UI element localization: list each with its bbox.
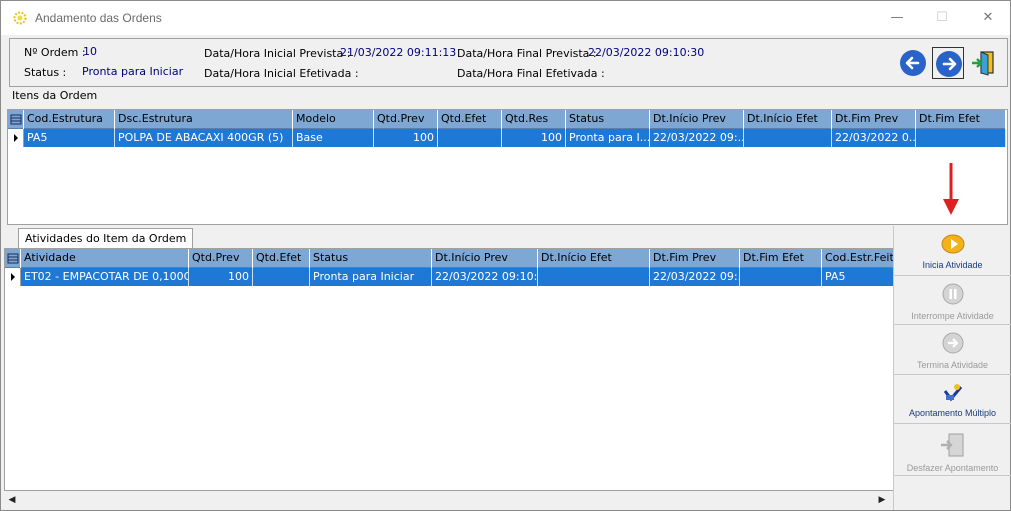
- desfazer-apontamento-label: Desfazer Apontamento: [906, 463, 999, 473]
- itens-grid-header: Cod.Estrutura Dsc.Estrutura Modelo Qtd.Prev…: [8, 110, 1006, 129]
- itens-section-label: Itens da Ordem: [11, 89, 99, 102]
- column-header[interactable]: Modelo: [293, 110, 374, 129]
- itens-grid[interactable]: Cod.Estrutura Dsc.Estrutura Modelo Qtd.Prev…: [7, 109, 1008, 225]
- table-cell: Base: [293, 129, 374, 147]
- pause-icon: [942, 283, 964, 305]
- apontamento-multiplo-button[interactable]: Apontamento Múltiplo: [894, 375, 1011, 424]
- tab-atividades[interactable]: Atividades do Item da Ordem: [18, 228, 194, 248]
- column-header[interactable]: Status: [566, 110, 650, 129]
- ordem-value: 10: [83, 45, 97, 58]
- window-title: Andamento das Ordens: [35, 11, 162, 25]
- column-header[interactable]: Dt.Início Prev: [650, 110, 744, 129]
- horizontal-scrollbar[interactable]: ◀ ▶: [4, 491, 890, 509]
- column-header[interactable]: Atividade: [21, 249, 189, 268]
- final-prevista-value: 22/03/2022 09:10:30: [588, 46, 705, 59]
- close-button[interactable]: ✕: [973, 7, 1003, 29]
- table-cell: 22/03/2022 09:...: [650, 129, 744, 147]
- annotation-arrow-icon: [943, 163, 959, 215]
- table-cell: 100: [374, 129, 438, 147]
- ordem-label: Nº Ordem :: [24, 46, 86, 59]
- maximize-button[interactable]: ☐: [927, 7, 957, 29]
- table-cell: ET02 - EMPACOTAR DE 0,100G...: [21, 268, 189, 286]
- termina-atividade-label: Termina Atividade: [916, 360, 989, 370]
- table-cell: 22/03/2022 09:10:30: [432, 268, 538, 286]
- table-cell: Pronta para Iniciar: [310, 268, 432, 286]
- row-pointer-icon: [5, 268, 21, 286]
- action-panel: Inicia Atividade Interrompe Atividade Te…: [893, 226, 1011, 510]
- column-header[interactable]: Status: [310, 249, 432, 268]
- grid-menu-icon[interactable]: [8, 110, 24, 129]
- tab-atividades-label: Atividades do Item da Ordem: [25, 232, 187, 245]
- status-value: Pronta para Iniciar: [82, 65, 184, 78]
- multi-pointing-icon: [943, 384, 963, 402]
- column-header[interactable]: Dt.Início Efet: [538, 249, 650, 268]
- gear-icon: [13, 11, 27, 25]
- column-header[interactable]: Cod.Estr.Feita: [822, 249, 893, 268]
- column-header[interactable]: Dt.Fim Efet: [740, 249, 822, 268]
- arrow-right-icon: [936, 51, 962, 77]
- table-cell: [438, 129, 502, 147]
- table-row[interactable]: ET02 - EMPACOTAR DE 0,100G... 100 Pronta p…: [5, 268, 893, 286]
- column-header[interactable]: Dt.Fim Prev: [650, 249, 740, 268]
- table-cell: [916, 129, 1006, 147]
- arrow-left-icon: [900, 50, 926, 76]
- table-cell: POLPA DE ABACAXI 400GR (5): [115, 129, 293, 147]
- andamento-window: Andamento das Ordens — ☐ ✕ Nº Ordem : 10…: [0, 0, 1011, 511]
- inicial-prevista-value: 21/03/2022 09:11:13: [340, 46, 457, 59]
- scroll-right-icon[interactable]: ▶: [874, 491, 890, 509]
- minimize-button[interactable]: —: [882, 7, 912, 29]
- table-cell: [538, 268, 650, 286]
- stop-icon: [942, 332, 964, 354]
- table-cell: 22/03/2022 09:...: [650, 268, 740, 286]
- table-cell: [744, 129, 832, 147]
- apontamento-multiplo-label: Apontamento Múltiplo: [908, 408, 997, 418]
- exit-button[interactable]: [968, 47, 1000, 79]
- column-header[interactable]: Dt.Fim Prev: [832, 110, 916, 129]
- table-cell: 22/03/2022 0...: [832, 129, 916, 147]
- column-header[interactable]: Dt.Início Efet: [744, 110, 832, 129]
- table-cell: PA5: [822, 268, 893, 286]
- title-bar: Andamento das Ordens — ☐ ✕: [1, 1, 1010, 35]
- table-cell: [740, 268, 822, 286]
- grid-menu-icon[interactable]: [5, 249, 21, 268]
- desfazer-apontamento-button[interactable]: Desfazer Apontamento: [894, 424, 1011, 476]
- termina-atividade-button[interactable]: Termina Atividade: [894, 325, 1011, 375]
- interrompe-atividade-label: Interrompe Atividade: [911, 311, 994, 321]
- table-cell: Pronta para I...: [566, 129, 650, 147]
- column-header[interactable]: Dt.Fim Efet: [916, 110, 1006, 129]
- atividades-grid-header: Atividade Qtd.Prev Qtd.Efet Status Dt.Início…: [5, 249, 893, 268]
- exit-door-icon: [972, 51, 994, 76]
- next-button[interactable]: [932, 47, 964, 79]
- undo-door-icon: [941, 433, 964, 457]
- inicial-prevista-label: Data/Hora Inicial Prevista :: [204, 47, 351, 60]
- table-cell: [253, 268, 310, 286]
- status-label: Status :: [24, 66, 67, 79]
- order-header: Nº Ordem : 10 Status : Pronta para Inici…: [9, 38, 1008, 87]
- row-pointer-icon: [8, 129, 24, 147]
- final-efetivada-label: Data/Hora Final Efetivada :: [457, 67, 605, 80]
- inicia-atividade-button[interactable]: Inicia Atividade: [894, 226, 1011, 276]
- column-header[interactable]: Qtd.Prev: [189, 249, 253, 268]
- interrompe-atividade-button[interactable]: Interrompe Atividade: [894, 276, 1011, 325]
- column-header[interactable]: Qtd.Res: [502, 110, 566, 129]
- previous-button[interactable]: [897, 47, 929, 79]
- inicia-atividade-label: Inicia Atividade: [922, 260, 983, 270]
- column-header[interactable]: Qtd.Efet: [438, 110, 502, 129]
- column-header[interactable]: Dsc.Estrutura: [115, 110, 293, 129]
- inicial-efetivada-label: Data/Hora Inicial Efetivada :: [204, 67, 359, 80]
- table-cell: PA5: [24, 129, 115, 147]
- table-cell: 100: [502, 129, 566, 147]
- table-cell: 100: [189, 268, 253, 286]
- play-icon: [941, 234, 965, 254]
- final-prevista-label: Data/Hora Final Prevista :: [457, 47, 597, 60]
- column-header[interactable]: Cod.Estrutura: [24, 110, 115, 129]
- column-header[interactable]: Dt.Início Prev: [432, 249, 538, 268]
- atividades-grid[interactable]: Atividade Qtd.Prev Qtd.Efet Status Dt.Início…: [4, 248, 893, 491]
- column-header[interactable]: Qtd.Efet: [253, 249, 310, 268]
- table-row[interactable]: PA5 POLPA DE ABACAXI 400GR (5) Base 100 100 P…: [8, 129, 1006, 147]
- column-header[interactable]: Qtd.Prev: [374, 110, 438, 129]
- scroll-left-icon[interactable]: ◀: [4, 491, 20, 509]
